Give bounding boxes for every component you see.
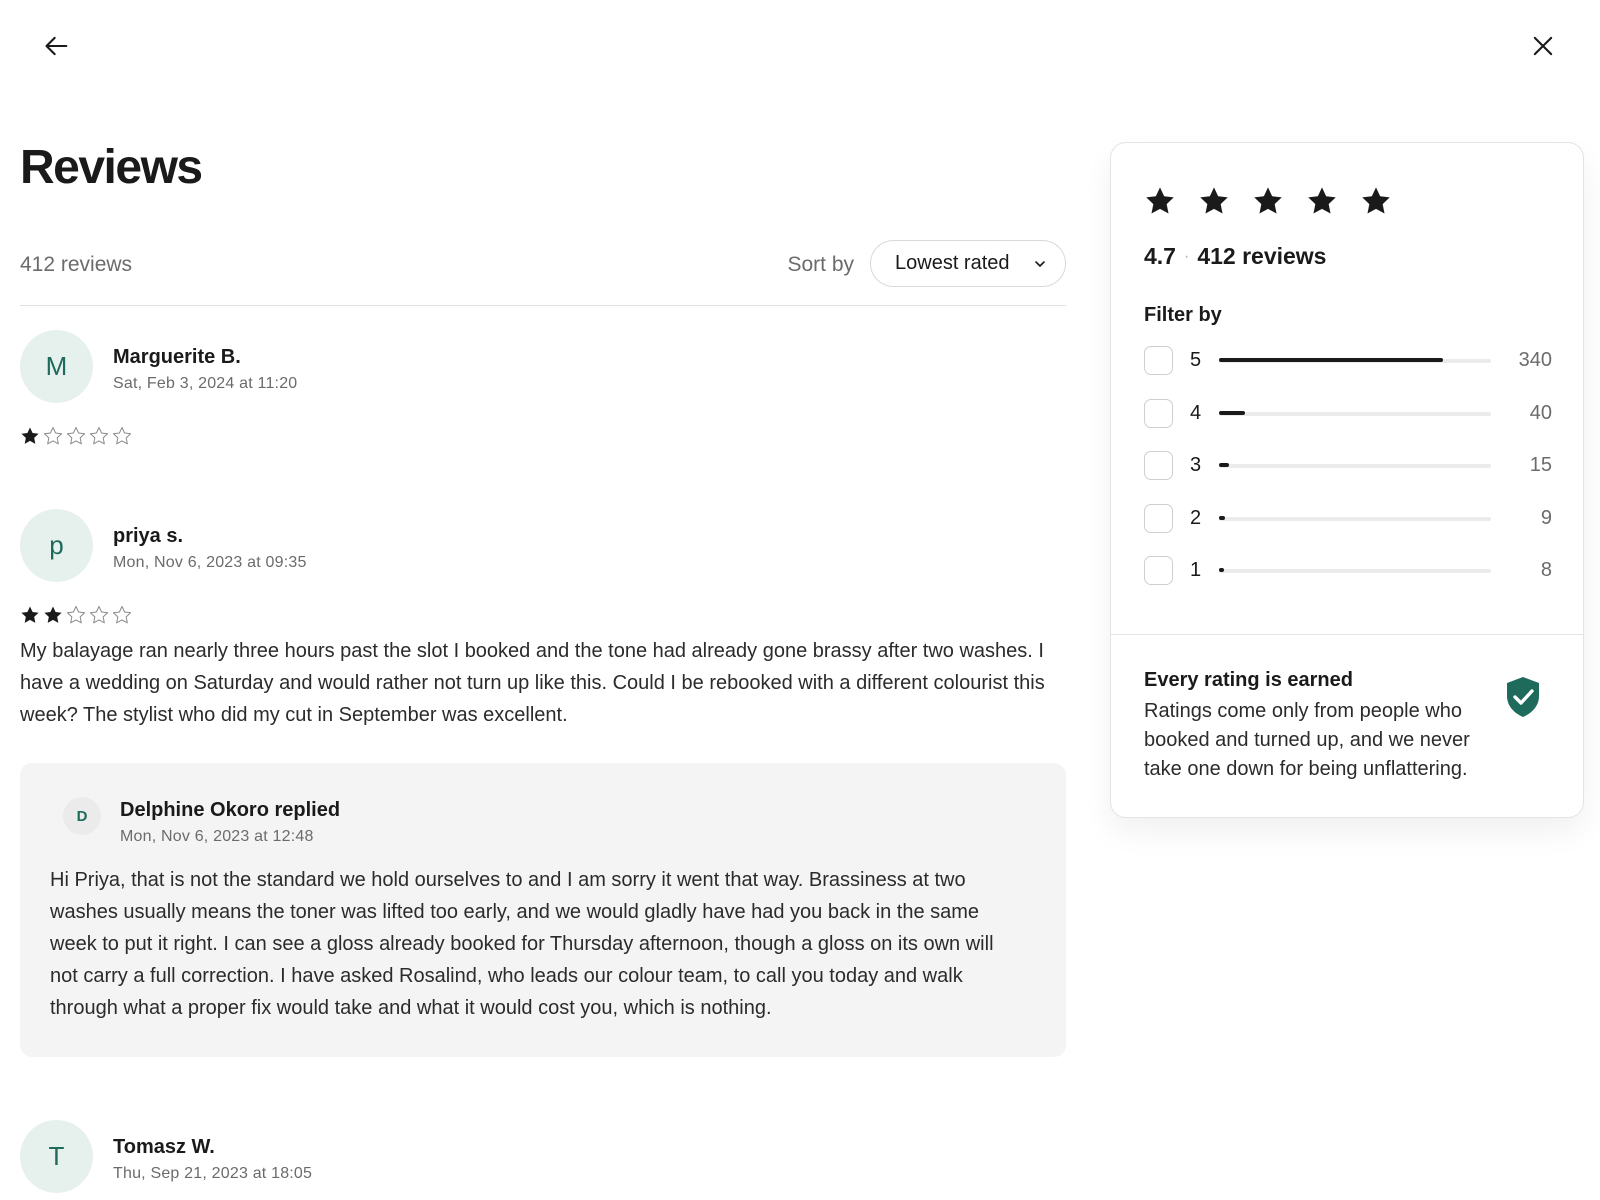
- rating-filter-row[interactable]: 4 40: [1144, 398, 1552, 429]
- star-empty-icon: [89, 427, 109, 445]
- star-empty-icon: [112, 427, 132, 445]
- rating-filter-row[interactable]: 3 15: [1144, 451, 1552, 481]
- avatar: p: [20, 509, 93, 582]
- rating-filter-checkbox[interactable]: [1144, 451, 1173, 480]
- reply-text: Hi Priya, that is not the standard we ho…: [50, 869, 994, 1019]
- rating-distribution-bar: [1219, 463, 1229, 467]
- rating-summary-panel: 4.7 · 412 reviews Filter by 5 340 4 40 3 15 2 9…: [1110, 142, 1584, 818]
- rating-filter-checkbox[interactable]: [1144, 346, 1173, 375]
- rating-distribution-track: [1219, 410, 1491, 416]
- separator-dot: ·: [1183, 247, 1190, 265]
- close-icon: [1533, 36, 1553, 56]
- summary-stars: [1144, 185, 1392, 217]
- star-filled-icon: [1362, 187, 1390, 214]
- rating-summary: 4.7 · 412 reviews: [1144, 243, 1326, 270]
- sort-dropdown[interactable]: Lowest rated: [870, 240, 1066, 287]
- toolbar-divider: [20, 305, 1066, 306]
- star-filled-icon: [1146, 187, 1174, 214]
- guarantee-text: Ratings come only from people who booked…: [1144, 700, 1470, 780]
- star-filled-icon: [44, 606, 62, 623]
- reviewer-name: priya s.: [113, 525, 184, 547]
- rating-filter-count: 9: [1540, 506, 1552, 529]
- reviews-toolbar: 412 reviews Sort by Lowest rated: [20, 240, 1066, 288]
- rating-distribution-bar: [1219, 515, 1225, 520]
- reviewer-name: Tomasz W.: [113, 1136, 215, 1158]
- reply-date: Mon, Nov 6, 2023 at 12:48: [120, 828, 314, 845]
- reply-author: Delphine Okoro replied: [120, 799, 341, 821]
- star-empty-icon: [43, 427, 63, 445]
- arrow-left-icon: [45, 36, 68, 56]
- rating-filter-checkbox[interactable]: [1144, 503, 1173, 533]
- star-rating: [20, 426, 132, 446]
- rating-filter-row[interactable]: 29: [1144, 503, 1552, 534]
- rating-filter-stars: 2: [1190, 506, 1202, 529]
- star-filled-icon: [21, 427, 39, 444]
- star-empty-icon: [112, 606, 132, 624]
- reviewer-name: Marguerite B.: [113, 346, 241, 368]
- panel-divider: [1111, 634, 1583, 635]
- rating-distribution-bar: [1219, 568, 1224, 572]
- rating-filter-stars: 1: [1190, 559, 1202, 581]
- star-rating: [20, 605, 132, 625]
- average-rating: 4.7: [1144, 243, 1176, 269]
- owner-reply: D Delphine Okoro replied Mon, Nov 6, 202…: [20, 763, 1066, 1057]
- guarantee-title: Every rating is earned: [1144, 669, 1353, 691]
- filter-label: Filter by: [1144, 304, 1222, 326]
- star-filled-icon: [1200, 187, 1228, 214]
- review-count: 412 reviews: [20, 253, 133, 276]
- rating-filter-checkbox[interactable]: [1144, 398, 1173, 428]
- rating-filter-count: 15: [1529, 454, 1552, 476]
- avatar: T: [20, 1120, 93, 1193]
- sort-label: Sort by: [787, 253, 854, 276]
- shield-check-icon: [1507, 677, 1539, 717]
- chevron-down-icon: [1035, 261, 1045, 267]
- rating-filter-stars: 5: [1190, 349, 1202, 371]
- reply-avatar: D: [63, 797, 101, 835]
- review-date: Thu, Sep 21, 2023 at 18:05: [113, 1165, 313, 1182]
- rating-filter-stars: 4: [1190, 401, 1202, 424]
- star-filled-icon: [1308, 187, 1336, 214]
- rating-filter-checkbox[interactable]: [1144, 556, 1173, 585]
- star-filled-icon: [1254, 187, 1282, 214]
- total-reviews: 412 reviews: [1197, 243, 1327, 269]
- rating-filter-count: 40: [1529, 401, 1552, 424]
- avatar: M: [20, 330, 93, 403]
- star-empty-icon: [66, 606, 86, 624]
- rating-distribution-bar: [1219, 410, 1245, 415]
- rating-distribution-track: [1219, 463, 1491, 468]
- sort-value: Lowest rated: [895, 252, 1010, 274]
- rating-distribution-track: [1219, 358, 1491, 363]
- rating-distribution-track: [1219, 515, 1491, 521]
- review-text: My balayage ran nearly three hours past …: [20, 640, 1045, 726]
- review-date: Sat, Feb 3, 2024 at 11:20: [113, 375, 298, 392]
- rating-filter-row[interactable]: 5 340: [1144, 346, 1552, 376]
- close-button[interactable]: [1527, 30, 1559, 62]
- review-date: Mon, Nov 6, 2023 at 09:35: [113, 554, 307, 571]
- star-empty-icon: [89, 606, 109, 624]
- page-title: Reviews: [20, 141, 203, 194]
- star-filled-icon: [21, 606, 39, 623]
- rating-filter-count: 8: [1540, 559, 1552, 581]
- rating-distribution-bar: [1219, 358, 1443, 362]
- rating-filter-count: 340: [1518, 349, 1552, 371]
- rating-filter-stars: 3: [1190, 454, 1202, 476]
- rating-filter-row[interactable]: 18: [1144, 556, 1552, 586]
- back-button[interactable]: [41, 30, 73, 62]
- rating-distribution-track: [1219, 568, 1491, 573]
- star-empty-icon: [66, 427, 86, 445]
